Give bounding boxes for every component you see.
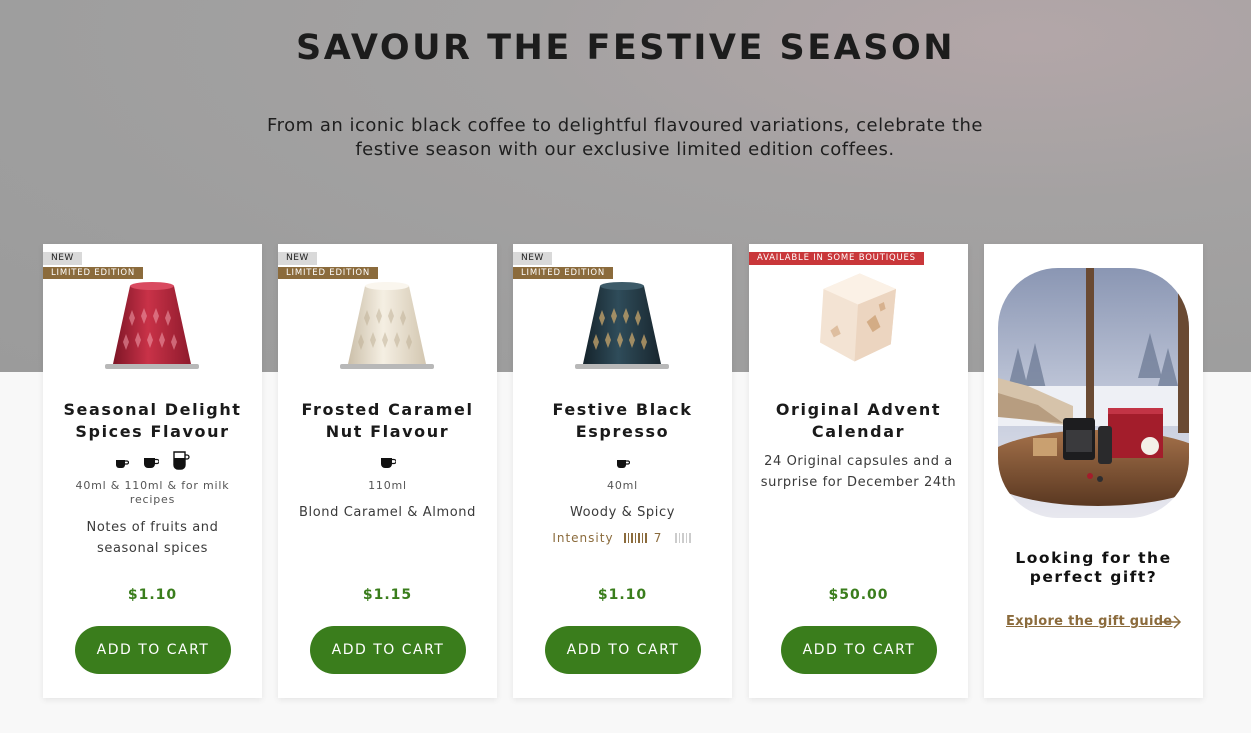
cup-size-text: 110ml [368, 479, 407, 492]
product-card-seasonal-delight[interactable]: NEW LIMITED EDITION Seasonal Delight Spi… [43, 244, 262, 698]
product-card-advent-calendar[interactable]: AVAILABLE IN SOME BOUTIQUES Original Adv… [749, 244, 968, 698]
intensity-bars-empty [675, 532, 693, 546]
new-badge: NEW [43, 252, 82, 265]
cup-sizes [278, 451, 497, 471]
cup-size-text: 40ml & 110ml & for milk recipes [75, 479, 230, 506]
add-to-cart-button[interactable]: ADD TO CART [310, 626, 466, 674]
lungo-cup-icon [143, 458, 159, 468]
product-price: $1.10 [597, 587, 648, 603]
lungo-cup-icon [380, 458, 396, 468]
arrow-right-icon[interactable] [1160, 615, 1182, 629]
intensity-value: 7 [653, 531, 663, 545]
limited-edition-badge: LIMITED EDITION [513, 267, 614, 279]
cream-capsule-image [340, 282, 434, 369]
add-to-cart-button[interactable]: ADD TO CART [781, 626, 937, 674]
milk-recipe-cup-icon [172, 451, 190, 470]
intensity-bars-filled [624, 532, 649, 546]
product-price: $50.00 [828, 587, 889, 603]
hero-subtitle: From an iconic black coffee to delightfu… [267, 115, 983, 160]
product-card-frosted-caramel[interactable]: NEW LIMITED EDITION Frosted Caramel Nut … [278, 244, 497, 698]
limited-edition-badge: LIMITED EDITION [278, 267, 379, 279]
product-name[interactable]: Frosted Caramel Nut Flavour [286, 399, 489, 443]
availability-badge: AVAILABLE IN SOME BOUTIQUES [749, 252, 924, 265]
espresso-cup-icon [616, 460, 630, 468]
product-description: Blond Caramel & Almond [299, 505, 476, 520]
product-description: 24 Original capsules and a surprise for … [760, 454, 957, 490]
intensity-label: Intensity [552, 531, 614, 545]
product-description: Woody & Spicy [569, 505, 676, 520]
product-name[interactable]: Festive Black Espresso [521, 399, 724, 443]
add-to-cart-button[interactable]: ADD TO CART [75, 626, 231, 674]
product-description: Notes of fruits and seasonal spices [86, 520, 219, 556]
red-capsule-image [105, 282, 199, 369]
cup-size-text: 40ml [607, 479, 638, 492]
limited-edition-badge: LIMITED EDITION [43, 267, 144, 279]
dark-blue-capsule-image [575, 282, 669, 369]
espresso-cup-icon [116, 460, 130, 468]
intensity-meter: Intensity 7 [513, 531, 732, 546]
new-badge: NEW [278, 252, 317, 265]
gift-guide-card[interactable]: Looking for the perfect gift? Explore th… [984, 244, 1203, 698]
cup-sizes [513, 451, 732, 471]
add-to-cart-button[interactable]: ADD TO CART [545, 626, 701, 674]
gift-title: Looking for the perfect gift? [1015, 549, 1172, 586]
product-card-festive-black-espresso[interactable]: NEW LIMITED EDITION Festive Black Espres… [513, 244, 732, 698]
product-price: $1.15 [362, 587, 413, 603]
product-price: $1.10 [127, 587, 178, 603]
advent-calendar-box-image [820, 273, 896, 362]
cup-sizes [43, 451, 262, 471]
page-title: SAVOUR THE FESTIVE SEASON [295, 28, 956, 68]
gift-scene-image [998, 268, 1189, 518]
product-name[interactable]: Original Advent Calendar [757, 399, 960, 443]
product-name[interactable]: Seasonal Delight Spices Flavour [51, 399, 254, 443]
new-badge: NEW [513, 252, 552, 265]
explore-gift-guide-link[interactable]: Explore the gift guide [1006, 614, 1186, 629]
